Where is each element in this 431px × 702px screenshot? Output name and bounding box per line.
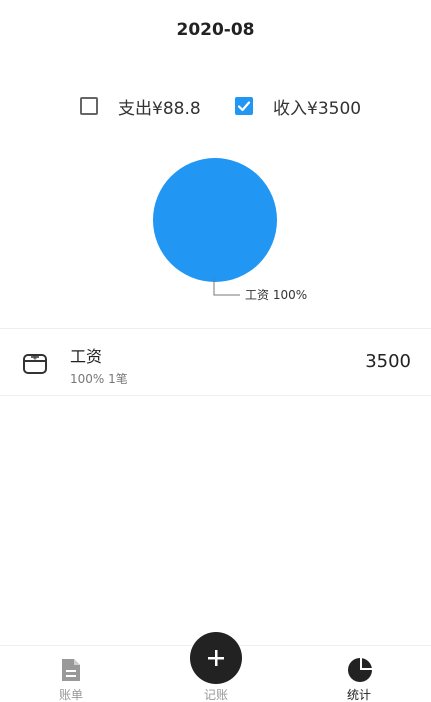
- page-title[interactable]: 2020-08: [0, 20, 431, 40]
- expense-toggle[interactable]: 支出¥88.8: [80, 94, 201, 119]
- category-meta: 100% 1笔: [70, 372, 128, 386]
- svg-text:¥: ¥: [33, 354, 38, 362]
- income-checkbox[interactable]: [235, 97, 253, 115]
- tab-stats[interactable]: 统计: [314, 646, 404, 702]
- expense-label: 支出¥88.8: [118, 98, 201, 119]
- tab-bills-label: 账单: [58, 688, 83, 702]
- category-amount: 3500: [365, 351, 411, 372]
- list-item[interactable]: ¥ 工资 100% 1笔 3500: [0, 328, 431, 396]
- pie-chart-icon: [347, 657, 373, 687]
- statistics-screen: 2020-08 支出¥88.8 收入¥3500 工资 100% ¥ 工资 100…: [0, 0, 431, 702]
- checkmark-icon: [237, 101, 251, 112]
- document-icon: [59, 657, 83, 687]
- expense-checkbox[interactable]: [80, 97, 98, 115]
- pie-label-0: 工资 100%: [245, 288, 307, 302]
- pie-slice-0[interactable]: [153, 158, 277, 282]
- tab-bills[interactable]: 账单: [26, 646, 116, 702]
- record-tab-label: 记账: [203, 688, 228, 702]
- wallet-icon: ¥: [22, 351, 48, 381]
- record-tab[interactable]: 记账: [181, 632, 251, 702]
- tab-stats-label: 统计: [346, 688, 371, 702]
- category-name: 工资: [70, 347, 103, 366]
- plus-icon: [208, 650, 224, 666]
- add-record-button[interactable]: [190, 632, 242, 684]
- income-toggle[interactable]: 收入¥3500: [235, 94, 362, 119]
- income-pie-chart: 工资 100%: [153, 158, 307, 302]
- income-label: 收入¥3500: [273, 98, 362, 119]
